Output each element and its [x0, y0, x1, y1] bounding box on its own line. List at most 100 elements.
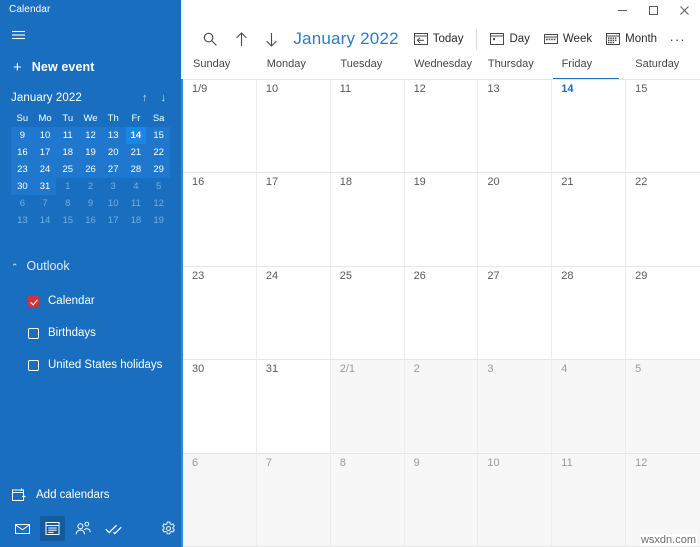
mini-calendar-day[interactable]: 18 — [56, 144, 79, 161]
mini-calendar-day[interactable]: 25 — [56, 161, 79, 178]
mini-calendar-day[interactable]: 18 — [125, 212, 148, 229]
close-button[interactable] — [669, 0, 700, 20]
add-calendars-button[interactable]: Add calendars — [0, 480, 181, 510]
mini-calendar-day[interactable]: 26 — [79, 161, 102, 178]
calendar-day-cell[interactable]: 2/1 — [330, 360, 405, 454]
mini-calendar-day[interactable]: 28 — [124, 161, 148, 178]
calendar-day-cell[interactable]: 11 — [552, 453, 627, 547]
calendar-day-cell[interactable]: 1/9 — [183, 80, 257, 174]
mini-calendar-day[interactable]: 20 — [101, 144, 125, 161]
calendar-day-cell[interactable]: 4 — [552, 360, 627, 454]
nav-calendar-button[interactable] — [40, 516, 66, 541]
mini-calendar-day[interactable]: 2 — [79, 178, 102, 195]
mini-calendar-day[interactable]: 16 — [79, 212, 102, 229]
calendar-list-item[interactable]: Birthdays — [11, 317, 170, 349]
mini-calendar-day[interactable]: 3 — [102, 178, 125, 195]
mini-calendar-day[interactable]: 13 — [101, 127, 125, 144]
calendar-day-cell[interactable]: 12 — [404, 80, 479, 174]
calendar-day-cell[interactable]: 15 — [626, 80, 700, 174]
calendar-day-cell[interactable]: 24 — [256, 266, 331, 361]
mini-calendar-day[interactable]: 14 — [124, 127, 148, 144]
mini-next-month-button[interactable]: ↓ — [161, 92, 167, 104]
nav-mail-button[interactable] — [10, 516, 35, 541]
calendar-day-cell[interactable]: 17 — [256, 173, 331, 267]
day-view-button[interactable]: Day — [483, 26, 536, 52]
calendar-day-cell[interactable]: 27 — [478, 266, 553, 361]
search-button[interactable] — [195, 25, 226, 53]
mini-calendar-day[interactable]: 5 — [147, 178, 170, 195]
mini-calendar-day[interactable]: 15 — [147, 127, 170, 144]
mini-calendar-day[interactable]: 13 — [11, 212, 34, 229]
mini-calendar-day[interactable]: 4 — [125, 178, 148, 195]
calendar-day-cell[interactable]: 21 — [552, 173, 627, 267]
mini-calendar-day[interactable]: 27 — [101, 161, 125, 178]
calendar-day-cell[interactable]: 8 — [330, 453, 405, 547]
calendar-day-cell[interactable]: 3 — [478, 360, 553, 454]
calendar-day-cell[interactable]: 5 — [626, 360, 700, 454]
new-event-button[interactable]: + New event — [0, 50, 181, 84]
mini-calendar-day[interactable]: 23 — [11, 161, 34, 178]
mini-calendar-day[interactable]: 29 — [147, 161, 170, 178]
mini-calendar-day[interactable]: 9 — [11, 127, 34, 144]
calendar-list-item[interactable]: Calendar — [11, 285, 170, 317]
previous-month-button[interactable] — [226, 25, 257, 53]
mini-calendar-day[interactable]: 21 — [124, 144, 148, 161]
account-header[interactable]: ⌃ Outlook — [11, 255, 170, 277]
calendar-day-cell[interactable]: 9 — [404, 453, 479, 547]
calendar-day-cell[interactable]: 20 — [478, 173, 553, 267]
nav-people-button[interactable] — [70, 516, 95, 541]
calendar-list-item[interactable]: United States holidays — [11, 349, 170, 381]
calendar-checkbox[interactable] — [28, 359, 39, 371]
current-month-title[interactable]: January 2022 — [293, 29, 398, 49]
maximize-button[interactable] — [638, 0, 669, 20]
mini-calendar-day[interactable]: 19 — [79, 144, 102, 161]
calendar-day-cell[interactable]: 22 — [626, 173, 700, 267]
mini-calendar-day[interactable]: 12 — [79, 127, 102, 144]
mini-calendar-title[interactable]: January 2022 — [11, 92, 142, 104]
mini-calendar-day[interactable]: 14 — [34, 212, 57, 229]
calendar-checkbox[interactable] — [28, 327, 39, 339]
calendar-day-cell[interactable]: 14 — [552, 80, 627, 174]
calendar-day-cell[interactable]: 10 — [478, 453, 553, 547]
mini-calendar-day[interactable]: 24 — [33, 161, 57, 178]
mini-calendar-day[interactable]: 7 — [34, 195, 57, 212]
calendar-day-cell[interactable]: 25 — [330, 266, 405, 361]
mini-calendar-day[interactable]: 10 — [33, 127, 57, 144]
calendar-day-cell[interactable]: 26 — [404, 266, 479, 361]
calendar-day-cell[interactable]: 10 — [256, 80, 331, 174]
mini-calendar-day[interactable]: 12 — [147, 195, 170, 212]
mini-calendar-day[interactable]: 1 — [56, 178, 79, 195]
calendar-checkbox[interactable] — [28, 295, 39, 307]
nav-todo-button[interactable] — [101, 516, 126, 541]
month-view-button[interactable]: Month — [599, 26, 664, 52]
mini-calendar-day[interactable]: 11 — [56, 127, 79, 144]
more-options-button[interactable]: ··· — [664, 26, 691, 52]
mini-calendar-day[interactable]: 11 — [125, 195, 148, 212]
nav-settings-button[interactable] — [156, 516, 181, 541]
calendar-day-cell[interactable]: 30 — [183, 360, 257, 454]
week-view-button[interactable]: Week — [537, 26, 599, 52]
calendar-day-cell[interactable]: 29 — [626, 266, 700, 361]
mini-calendar-day[interactable]: 17 — [33, 144, 57, 161]
mini-calendar-day[interactable]: 17 — [102, 212, 125, 229]
calendar-day-cell[interactable]: 28 — [552, 266, 627, 361]
calendar-day-cell[interactable]: 6 — [183, 453, 257, 547]
calendar-day-cell[interactable]: 23 — [183, 266, 257, 361]
minimize-button[interactable] — [607, 0, 638, 20]
calendar-day-cell[interactable]: 12 — [626, 453, 700, 547]
calendar-day-cell[interactable]: 19 — [404, 173, 479, 267]
calendar-day-cell[interactable]: 7 — [256, 453, 331, 547]
next-month-button[interactable] — [257, 25, 288, 53]
mini-calendar-day[interactable]: 31 — [33, 178, 57, 195]
mini-calendar-day[interactable]: 16 — [11, 144, 34, 161]
calendar-day-cell[interactable]: 31 — [256, 360, 331, 454]
calendar-day-cell[interactable]: 18 — [330, 173, 405, 267]
calendar-day-cell[interactable]: 16 — [183, 173, 257, 267]
calendar-day-cell[interactable]: 11 — [330, 80, 405, 174]
mini-calendar-day[interactable]: 10 — [102, 195, 125, 212]
hamburger-menu-button[interactable] — [0, 20, 181, 50]
mini-calendar-day[interactable]: 30 — [11, 178, 34, 195]
mini-calendar-day[interactable]: 15 — [56, 212, 79, 229]
mini-prev-month-button[interactable]: ↑ — [142, 92, 148, 104]
calendar-day-cell[interactable]: 13 — [478, 80, 553, 174]
